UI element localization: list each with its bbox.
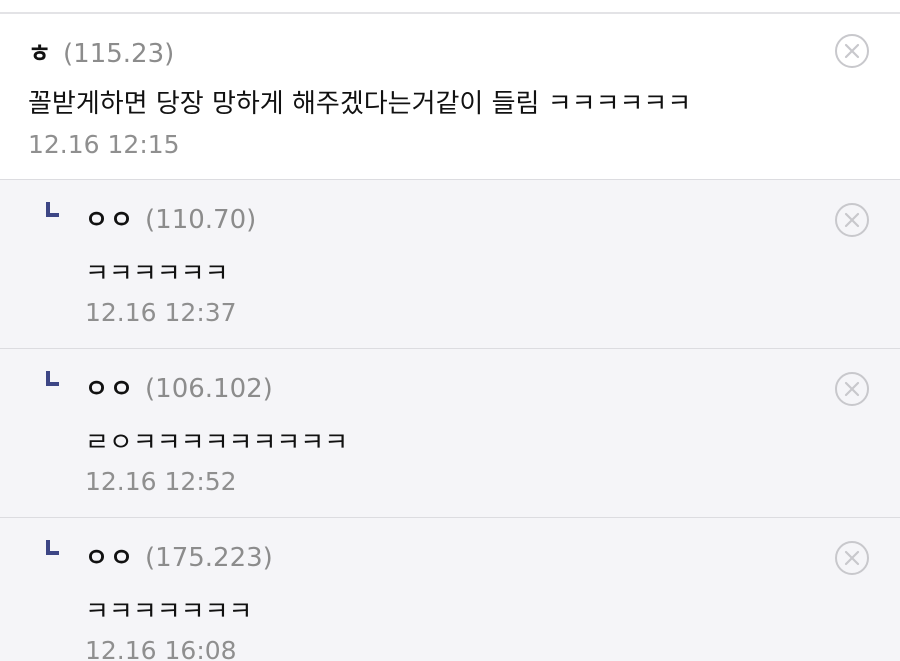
- reply-ip: (106.102): [145, 374, 273, 404]
- comment-ip: (115.23): [63, 39, 175, 69]
- reply-ip: (110.70): [145, 205, 257, 235]
- comment-author-line: ㅎ (115.23): [28, 34, 174, 70]
- reply-text: ㅋㅋㅋㅋㅋㅋ: [85, 259, 229, 289]
- reply-timestamp: 12.16 12:52: [85, 467, 237, 496]
- reply-ip: (175.223): [145, 543, 273, 573]
- reply-item: ㅇㅇ (175.223) ㅋㅋㅋㅋㅋㅋㅋ 12.16 16:08: [0, 518, 900, 661]
- delete-reply-button[interactable]: [835, 372, 869, 406]
- top-divider: [0, 0, 900, 14]
- comment-timestamp: 12.16 12:15: [28, 130, 180, 159]
- reply-item: ㅇㅇ (110.70) ㅋㅋㅋㅋㅋㅋ 12.16 12:37: [0, 180, 900, 349]
- comment-text: 꼴받게하면 당장 망하게 해주겠다는거같이 들림 ㅋㅋㅋㅋㅋㅋ: [28, 89, 692, 119]
- delete-reply-button[interactable]: [835, 203, 869, 237]
- reply-item: ㅇㅇ (106.102) ㄹㅇㅋㅋㅋㅋㅋㅋㅋㅋㅋ 12.16 12:52: [0, 349, 900, 518]
- reply-arrow-icon: [46, 540, 59, 555]
- reply-arrow-icon: [46, 371, 59, 386]
- reply-arrow-icon: [46, 202, 59, 217]
- reply-timestamp: 12.16 12:37: [85, 298, 237, 327]
- reply-nickname[interactable]: ㅇㅇ: [85, 543, 135, 572]
- comment-item: ㅎ (115.23) 꼴받게하면 당장 망하게 해주겠다는거같이 들림 ㅋㅋㅋㅋㅋ…: [0, 14, 900, 180]
- reply-text: ㄹㅇㅋㅋㅋㅋㅋㅋㅋㅋㅋ: [85, 428, 349, 458]
- reply-author-line: ㅇㅇ (110.70): [85, 200, 256, 236]
- close-circle-icon: [844, 212, 860, 228]
- reply-nickname[interactable]: ㅇㅇ: [85, 205, 135, 234]
- reply-author-line: ㅇㅇ (106.102): [85, 369, 273, 405]
- reply-nickname[interactable]: ㅇㅇ: [85, 374, 135, 403]
- reply-author-line: ㅇㅇ (175.223): [85, 538, 273, 574]
- comment-nickname[interactable]: ㅎ: [28, 39, 53, 68]
- reply-timestamp: 12.16 16:08: [85, 636, 237, 661]
- delete-comment-button[interactable]: [835, 34, 869, 68]
- delete-reply-button[interactable]: [835, 541, 869, 575]
- close-circle-icon: [844, 381, 860, 397]
- reply-text: ㅋㅋㅋㅋㅋㅋㅋ: [85, 597, 253, 627]
- comment-list: ㅎ (115.23) 꼴받게하면 당장 망하게 해주겠다는거같이 들림 ㅋㅋㅋㅋㅋ…: [0, 0, 900, 661]
- close-circle-icon: [844, 550, 860, 566]
- close-circle-icon: [844, 43, 860, 59]
